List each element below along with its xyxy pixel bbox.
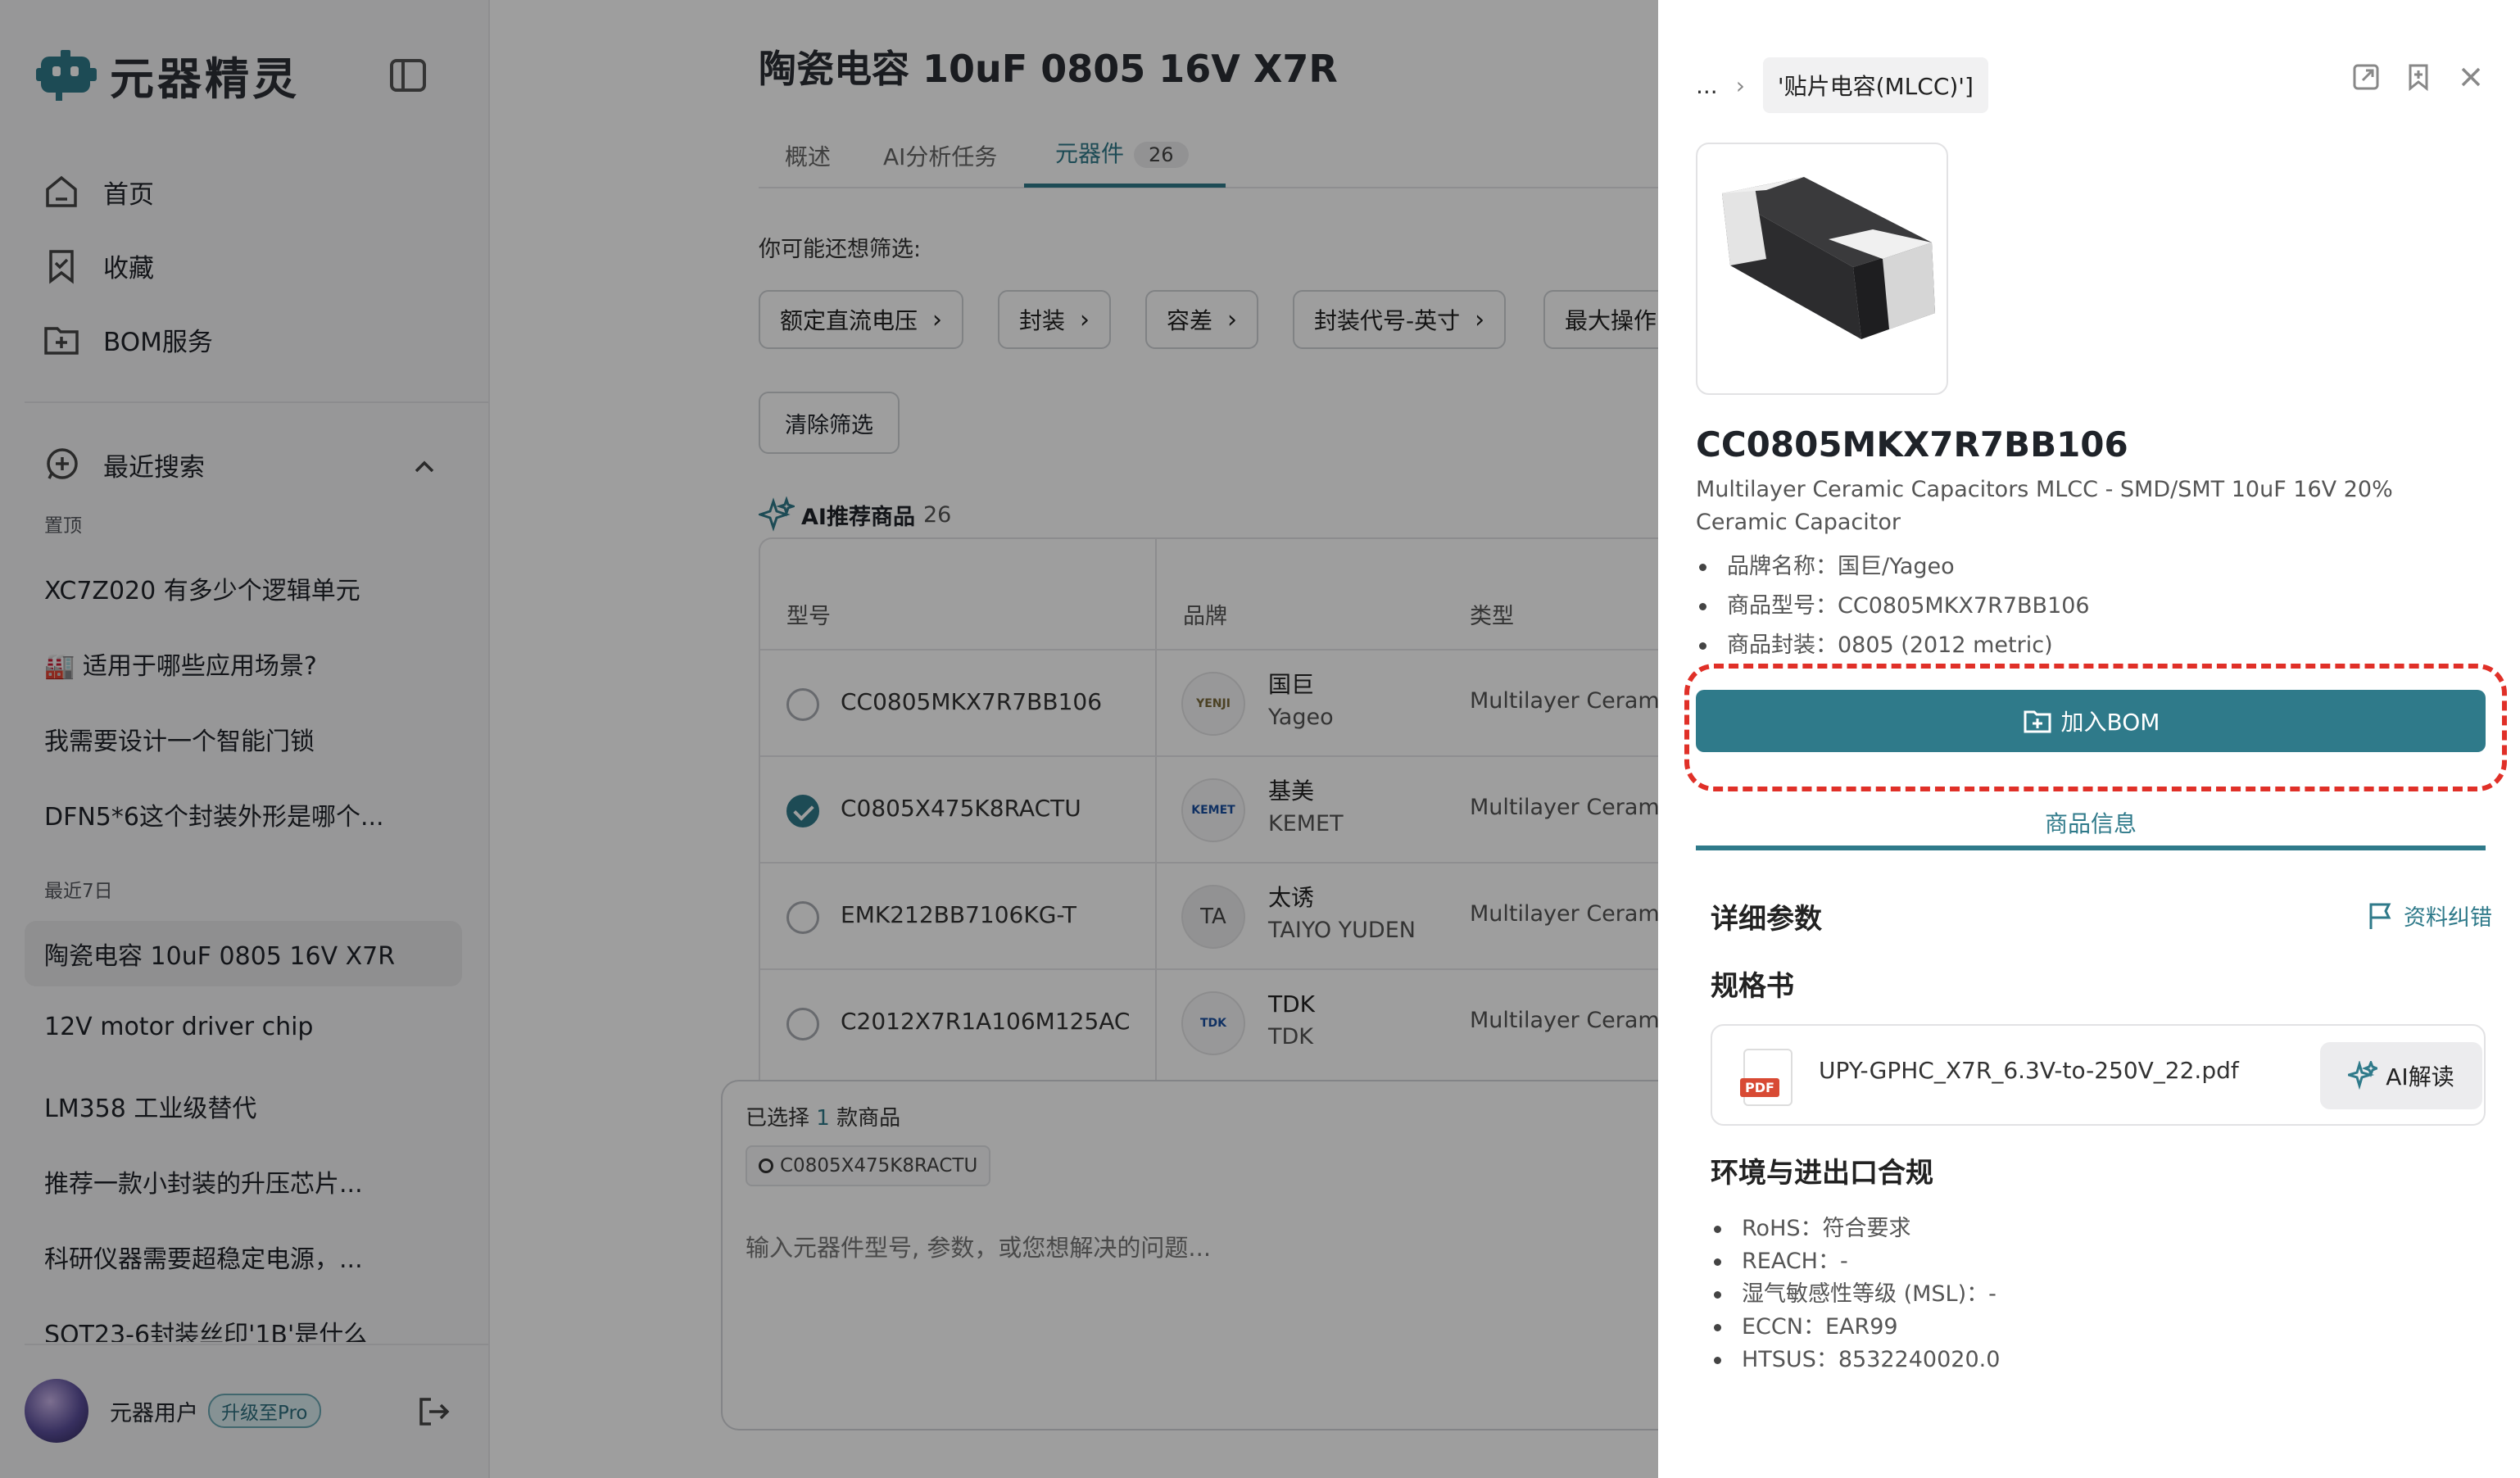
- spec-item: 商品型号：CC0805MKX7R7BB106: [1696, 587, 2090, 626]
- active-tab-indicator: [1696, 846, 2486, 850]
- bookmark-add-icon[interactable]: [2404, 62, 2433, 92]
- compliance-list: RoHS：符合要求 REACH：- 湿气敏感性等级 (MSL)：- ECCN：E…: [1711, 1213, 2000, 1376]
- report-error-link[interactable]: 资料纠错: [2366, 900, 2492, 932]
- compliance-item: ECCN：EAR99: [1711, 1311, 2000, 1344]
- spec-item: 商品封装：0805 (2012 metric): [1696, 626, 2090, 665]
- highlight-annotation: [1684, 664, 2507, 791]
- breadcrumb-more[interactable]: ...: [1696, 72, 1718, 99]
- datasheet-file[interactable]: PDF UPY-GPHC_X7R_6.3V-to-250V_22.pdf AI解…: [1711, 1024, 2486, 1126]
- sparkle-icon: [2348, 1061, 2378, 1090]
- pdf-icon: PDF: [1740, 1049, 1793, 1106]
- open-external-icon[interactable]: [2351, 62, 2381, 92]
- breadcrumb: ... › '贴片电容(MLCC)']: [1696, 57, 1988, 113]
- breadcrumb-current[interactable]: '贴片电容(MLCC)']: [1762, 57, 1988, 113]
- spec-item: 品牌名称：国巨/Yageo: [1696, 547, 2090, 587]
- detail-panel: ... › '贴片电容(MLCC)'] CC0805MKX7R7BB106 Mu…: [1658, 0, 2520, 1478]
- pdf-badge: PDF: [1740, 1078, 1779, 1097]
- compliance-item: REACH：-: [1711, 1245, 2000, 1278]
- compliance-item: 湿气敏感性等级 (MSL)：-: [1711, 1278, 2000, 1311]
- product-image: [1696, 143, 1948, 395]
- datasheet-filename[interactable]: UPY-GPHC_X7R_6.3V-to-250V_22.pdf: [1819, 1057, 2239, 1084]
- detail-params-title: 详细参数: [1711, 903, 1822, 936]
- ai-interpret-label: AI解读: [2386, 1063, 2454, 1090]
- compliance-item: HTSUS：8532240020.0: [1711, 1344, 2000, 1376]
- ai-interpret-button[interactable]: AI解读: [2320, 1042, 2482, 1109]
- chevron-right-icon: ›: [1735, 71, 1745, 99]
- part-number: CC0805MKX7R7BB106: [1696, 424, 2128, 465]
- part-description: Multilayer Ceramic Capacitors MLCC - SMD…: [1696, 477, 2393, 535]
- compliance-title: 环境与进出口合规: [1711, 1157, 1933, 1190]
- spec-list: 品牌名称：国巨/Yageo 商品型号：CC0805MKX7R7BB106 商品封…: [1696, 547, 2090, 665]
- capacitor-image: [1722, 177, 1935, 339]
- modal-backdrop[interactable]: [0, 0, 1658, 1478]
- compliance-item: RoHS：符合要求: [1711, 1213, 2000, 1245]
- tab-product-info[interactable]: 商品信息: [1696, 806, 2486, 839]
- datasheet-title: 规格书: [1711, 970, 1794, 1003]
- flag-icon: [2369, 903, 2391, 929]
- close-icon[interactable]: [2456, 62, 2486, 92]
- report-error-label: 资料纠错: [2404, 905, 2492, 931]
